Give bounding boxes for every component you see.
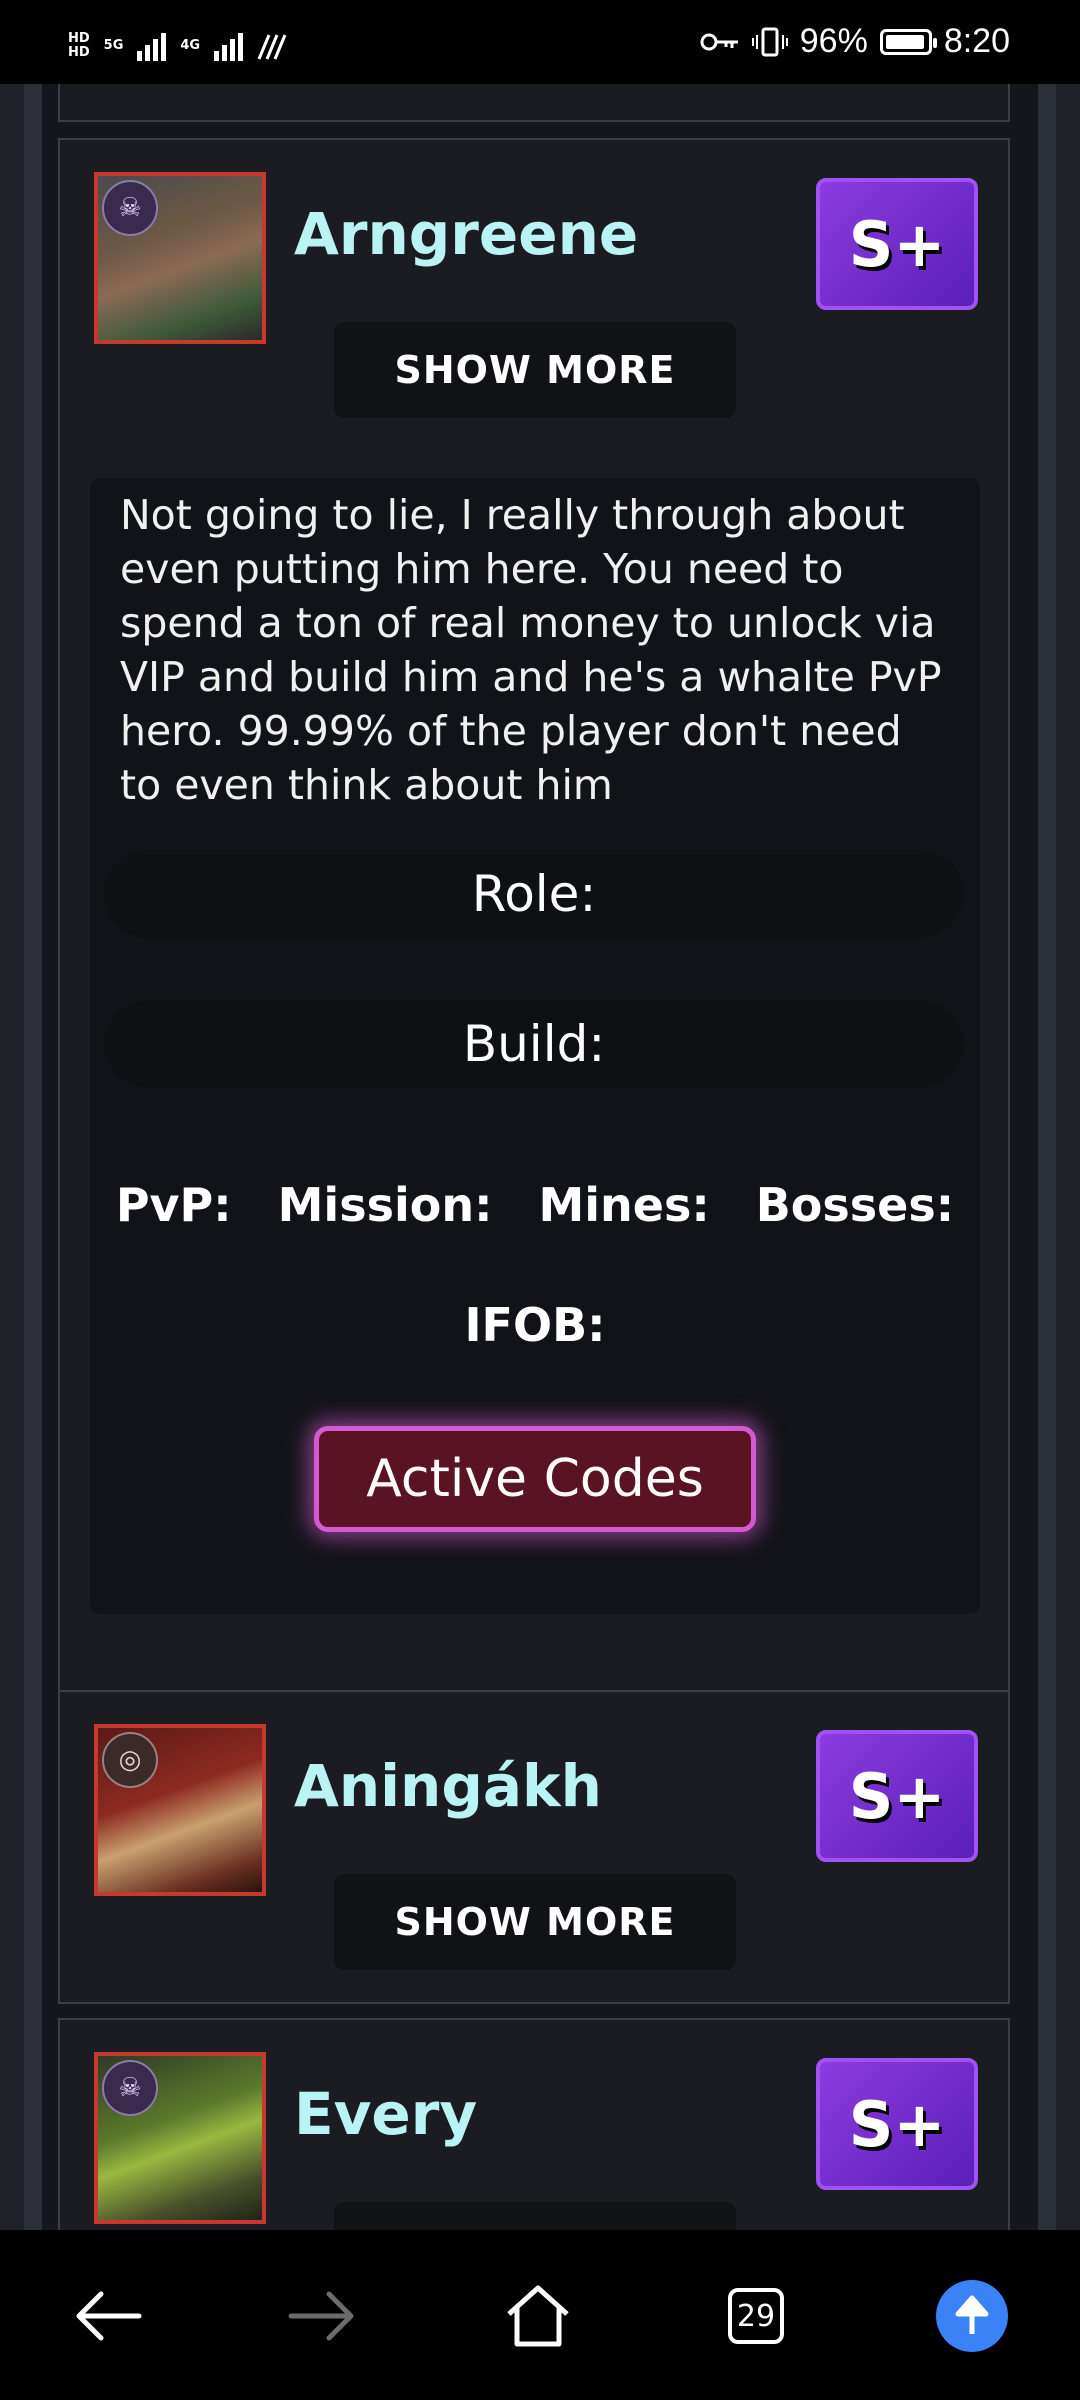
tier-badge: S+ bbox=[816, 178, 978, 310]
hd-bottom: HD bbox=[68, 45, 90, 60]
status-bar: HD HD 5G 4G 96% 8:20 bbox=[0, 0, 1080, 84]
skull-icon: ☠ bbox=[102, 2060, 158, 2116]
hero-portrait[interactable]: ☠ bbox=[94, 172, 266, 344]
wifi-off-icon bbox=[257, 34, 287, 60]
stat-bosses: Bosses: bbox=[755, 1178, 955, 1232]
tab-count: 29 bbox=[728, 2288, 784, 2344]
stat-ifob: IFOB: bbox=[464, 1298, 606, 1352]
clock: 8:20 bbox=[943, 22, 1010, 60]
hd-top: HD bbox=[68, 31, 90, 46]
hero-details-panel: Not going to lie, I really through about… bbox=[90, 478, 980, 1614]
stat-mines: Mines: bbox=[538, 1178, 710, 1232]
right-rail bbox=[1038, 84, 1056, 2230]
show-more-button[interactable]: SHOW MORE bbox=[334, 322, 736, 418]
key-icon bbox=[700, 33, 738, 50]
active-codes-button[interactable]: Active Codes bbox=[314, 1426, 756, 1532]
hero-portrait[interactable]: ☠ bbox=[94, 2052, 266, 2224]
network-5g: 5G bbox=[103, 38, 124, 53]
hero-name: Arngreene bbox=[294, 200, 639, 268]
hero-description: Not going to lie, I really through about… bbox=[120, 491, 942, 809]
status-right: 96% 8:20 bbox=[700, 22, 1010, 61]
network-4g: 4G bbox=[180, 38, 201, 53]
vibrate-icon bbox=[751, 27, 788, 56]
tier-badge: S+ bbox=[816, 2058, 978, 2190]
status-left: HD HD 5G 4G bbox=[68, 24, 291, 68]
role-field: Role: bbox=[104, 850, 964, 938]
page-content[interactable]: ☠ Arngreene S+ SHOW MORE Not going to li… bbox=[0, 84, 1080, 2230]
hero-card-aningakh: ◎ Aningákh S+ SHOW MORE bbox=[58, 1690, 1010, 2004]
hero-name: Aningákh bbox=[294, 1752, 602, 1820]
browser-nav-bar: 29 bbox=[0, 2230, 1080, 2400]
left-rail bbox=[24, 84, 42, 2230]
home-icon[interactable] bbox=[488, 2266, 588, 2366]
hero-card-arngreene: ☠ Arngreene S+ SHOW MORE Not going to li… bbox=[58, 138, 1010, 1758]
stat-mission: Mission: bbox=[277, 1178, 493, 1232]
build-field: Build: bbox=[104, 1000, 964, 1088]
scroll-up-icon[interactable] bbox=[922, 2266, 1022, 2366]
signal-icon-2 bbox=[214, 31, 244, 61]
hd-indicator: HD HD bbox=[68, 32, 90, 60]
tier-badge: S+ bbox=[816, 1730, 978, 1862]
target-icon: ◎ bbox=[102, 1732, 158, 1788]
hero-card-every: ☠ Every S+ bbox=[58, 2018, 1010, 2230]
skull-icon: ☠ bbox=[102, 180, 158, 236]
tabs-icon[interactable]: 29 bbox=[706, 2266, 806, 2366]
stats-row: PvP: Mission: Mines: Bosses: bbox=[90, 1178, 980, 1232]
forward-arrow-icon[interactable] bbox=[272, 2266, 372, 2366]
signal-icon bbox=[137, 31, 167, 61]
stat-pvp: PvP: bbox=[115, 1178, 232, 1232]
hero-name: Every bbox=[294, 2080, 478, 2148]
battery-percent: 96% bbox=[799, 22, 868, 60]
hero-portrait[interactable]: ◎ bbox=[94, 1724, 266, 1896]
back-arrow-icon[interactable] bbox=[58, 2266, 158, 2366]
previous-hero-card bbox=[58, 84, 1010, 122]
show-more-button-partial[interactable] bbox=[334, 2202, 736, 2230]
show-more-button[interactable]: SHOW MORE bbox=[334, 1874, 736, 1970]
battery-icon bbox=[879, 28, 937, 55]
